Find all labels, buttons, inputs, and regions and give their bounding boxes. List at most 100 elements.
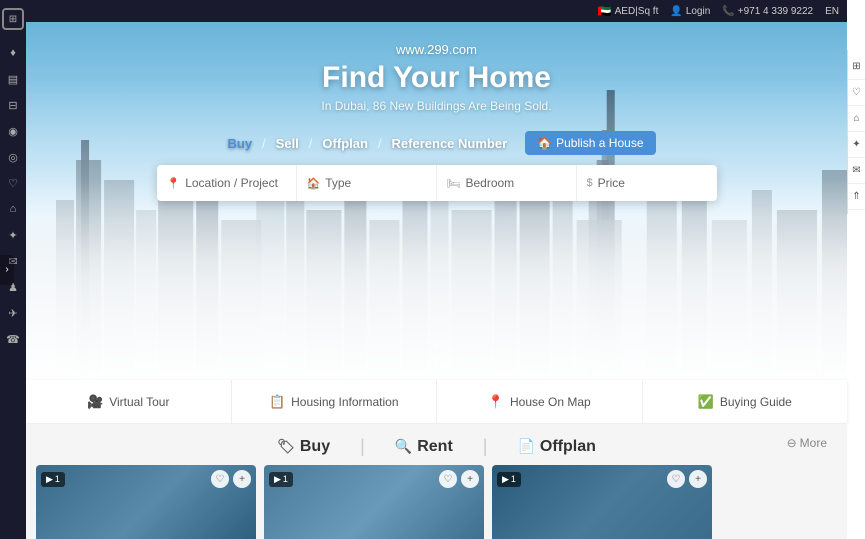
hero-section: www.299.com Find Your Home In Dubai, 86 …	[26, 22, 847, 380]
type-placeholder: Type	[325, 176, 351, 190]
tab-buy[interactable]: 🏷 Buy	[277, 438, 330, 456]
sidebar-right-icon-chat[interactable]: ✉	[848, 158, 865, 184]
housing-info-label: Housing Information	[291, 395, 398, 409]
offplan-tab-label: Offplan	[540, 438, 596, 456]
more-label: More	[800, 436, 827, 450]
video-count: 1	[55, 474, 60, 484]
sidebar-icon-home[interactable]: ⌂	[5, 201, 21, 217]
sidebar-icon-location[interactable]: ◎	[5, 149, 21, 165]
buy-tab-icon: 🏷	[277, 438, 295, 455]
sidebar-icon-heart[interactable]: ♡	[5, 175, 21, 191]
property-card: ▶ 1 ♡ +	[36, 465, 256, 539]
favorite-button[interactable]: ♡	[439, 470, 457, 488]
housing-info-nav[interactable]: 📋 Housing Information	[232, 380, 438, 423]
sidebar-right-icon-home[interactable]: ⌂	[848, 106, 865, 132]
user-icon: 👤	[670, 6, 682, 17]
bedroom-field[interactable]: 🛏 Bedroom	[437, 165, 577, 201]
price-field[interactable]: $ Price	[577, 165, 717, 201]
currency-label: AED|Sq ft	[615, 6, 659, 17]
bedroom-placeholder: Bedroom	[465, 176, 514, 190]
property-tabs: 🏷 Buy | 🔍 Rent | 📄 Offplan	[26, 424, 847, 465]
add-button[interactable]: +	[233, 470, 251, 488]
nav-sell[interactable]: Sell	[266, 132, 309, 155]
rent-tab-icon: 🔍	[395, 438, 412, 455]
add-button[interactable]: +	[461, 470, 479, 488]
video-badge: ▶ 1	[269, 472, 293, 487]
property-card: ▶ 1 ♡ +	[492, 465, 712, 539]
virtual-tour-icon: 🎥	[87, 394, 103, 410]
language-label: EN	[825, 6, 839, 17]
price-placeholder: Price	[598, 176, 625, 190]
video-count: 1	[283, 474, 288, 484]
property-section: 🏷 Buy | 🔍 Rent | 📄 Offplan ⊖ More	[26, 424, 847, 539]
housing-info-icon: 📋	[269, 394, 285, 410]
scroll-down-icon[interactable]: ∨ ∨	[431, 337, 441, 365]
price-icon: $	[587, 177, 593, 189]
buying-guide-label: Buying Guide	[720, 395, 792, 409]
sidebar-icon-chart[interactable]: ◉	[5, 123, 21, 139]
sidebar-icon-list[interactable]: ⊟	[5, 97, 21, 113]
sidebar-right-icon-grid[interactable]: ⊞	[848, 54, 865, 80]
location-placeholder: Location / Project	[185, 176, 278, 190]
property-card: ▶ 1 ♡ +	[264, 465, 484, 539]
sidebar-icon-grid[interactable]: ▤	[5, 71, 21, 87]
more-icon: ⊖	[787, 436, 797, 450]
login-button[interactable]: 👤 Login	[670, 6, 710, 17]
nav-reference[interactable]: Reference Number	[382, 132, 518, 155]
sidebar-icon-star[interactable]: ✦	[5, 227, 21, 243]
bedroom-icon: 🛏	[447, 177, 461, 190]
virtual-tour-label: Virtual Tour	[109, 395, 169, 409]
video-icon: ▶	[274, 474, 281, 485]
favorite-button[interactable]: ♡	[667, 470, 685, 488]
house-icon: 🏠	[537, 136, 552, 150]
favorite-button[interactable]: ♡	[211, 470, 229, 488]
house-on-map-nav[interactable]: 📍 House On Map	[437, 380, 643, 423]
logo[interactable]: ⊞	[2, 8, 24, 30]
top-bar: 🇦🇪 AED|Sq ft 👤 Login 📞 +971 4 339 9222 E…	[26, 0, 847, 22]
rent-tab-label: Rent	[417, 438, 453, 456]
tab-separator-2: |	[483, 436, 488, 457]
card-top-bar: ▶ 1 ♡ +	[269, 470, 479, 488]
sidebar-right-icon-up[interactable]: ⇑	[848, 184, 865, 210]
bottom-nav: 🎥 Virtual Tour 📋 Housing Information 📍 H…	[26, 380, 847, 424]
currency-selector[interactable]: 🇦🇪 AED|Sq ft	[598, 5, 658, 18]
map-icon: 📍	[488, 394, 504, 410]
tab-rent[interactable]: 🔍 Rent	[395, 438, 453, 456]
sidebar-right-icon-users[interactable]: ✦	[848, 132, 865, 158]
nav-buy[interactable]: Buy	[217, 132, 262, 155]
card-actions: ♡ +	[211, 470, 251, 488]
add-button[interactable]: +	[689, 470, 707, 488]
virtual-tour-nav[interactable]: 🎥 Virtual Tour	[26, 380, 232, 423]
tab-separator-1: |	[360, 436, 365, 457]
hero-title: Find Your Home	[322, 61, 551, 95]
hero-subtitle: In Dubai, 86 New Buildings Are Being Sol…	[321, 99, 551, 113]
property-cards: ▶ 1 ♡ + ▶ 1 ♡ +	[26, 465, 847, 539]
phone-number[interactable]: 📞 +971 4 339 9222	[722, 6, 813, 17]
video-badge: ▶ 1	[497, 472, 521, 487]
card-top-bar: ▶ 1 ♡ +	[41, 470, 251, 488]
location-field[interactable]: 📍 Location / Project	[157, 165, 297, 201]
card-actions: ♡ +	[667, 470, 707, 488]
sidebar-icon-map[interactable]: ✈	[5, 305, 21, 321]
more-link[interactable]: ⊖ More	[787, 436, 827, 450]
left-panel-toggle[interactable]: ›	[0, 255, 14, 285]
hero-url: www.299.com	[396, 42, 477, 57]
login-label: Login	[686, 6, 710, 17]
phone-icon: 📞	[722, 6, 734, 17]
type-field[interactable]: 🏠 Type	[297, 165, 437, 201]
sidebar-icon-phone[interactable]: ☎	[5, 331, 21, 347]
video-badge: ▶ 1	[41, 472, 65, 487]
video-count: 1	[511, 474, 516, 484]
publish-label: Publish a House	[556, 136, 643, 150]
offplan-tab-icon: 📄	[517, 438, 534, 455]
nav-offplan[interactable]: Offplan	[312, 132, 378, 155]
card-top-bar: ▶ 1 ♡ +	[497, 470, 707, 488]
language-selector[interactable]: EN	[825, 6, 839, 17]
publish-house-button[interactable]: 🏠 Publish a House	[525, 131, 655, 155]
tab-offplan[interactable]: 📄 Offplan	[517, 438, 595, 456]
buying-guide-nav[interactable]: ✅ Buying Guide	[643, 380, 848, 423]
hero-nav: Buy / Sell / Offplan / Reference Number …	[217, 131, 655, 155]
sidebar-right-icon-heart[interactable]: ♡	[848, 80, 865, 106]
sidebar-icon-layers[interactable]: ♦	[5, 45, 21, 61]
search-bar: 📍 Location / Project 🏠 Type 🛏 Bedroom $ …	[157, 165, 717, 201]
